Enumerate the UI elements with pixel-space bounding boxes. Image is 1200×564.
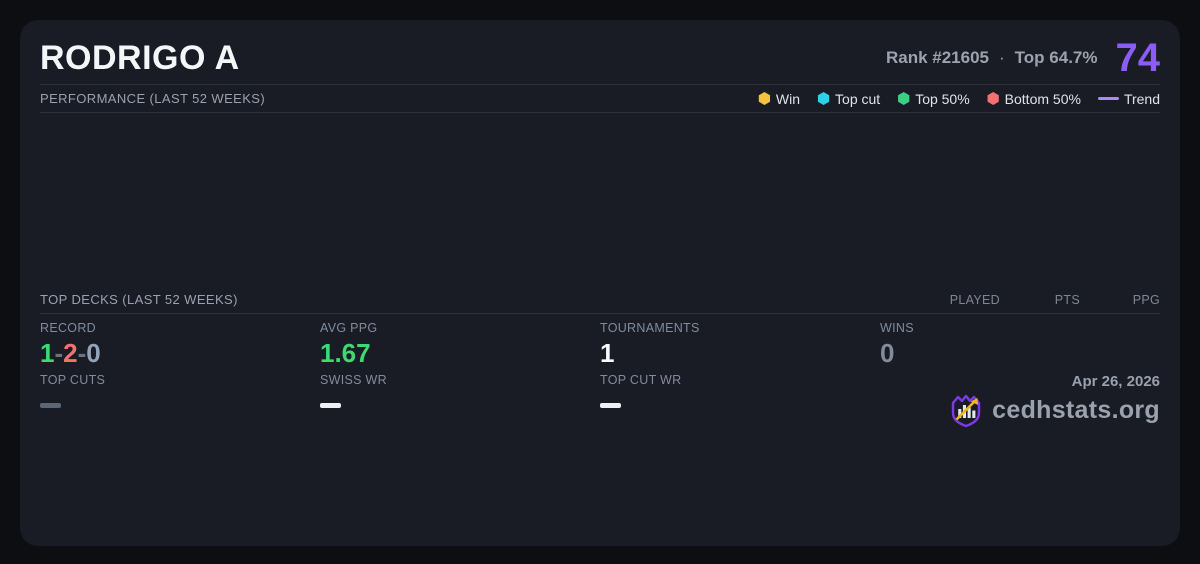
legend-label: Top cut <box>835 90 881 107</box>
player-score: 74 <box>1115 36 1161 80</box>
swiss-wr-empty-dash <box>320 403 341 408</box>
bottom-50-marker-icon <box>987 92 999 105</box>
record-sep: - <box>77 338 87 368</box>
stat-label: TOP CUT WR <box>600 373 682 387</box>
stat-label: TOURNAMENTS <box>600 321 700 335</box>
top-decks-columns: PLAYED PTS PPG <box>920 293 1160 307</box>
stats-row-2: TOP CUTS SWISS WR TOP CUT WR Apr 26, 202… <box>40 369 1160 546</box>
stat-swiss-wr: SWISS WR <box>320 373 600 546</box>
brand-name: cedhstats.org <box>992 395 1160 424</box>
top-cut-wr-empty-dash <box>600 403 621 408</box>
stat-record: RECORD 1-2-0 <box>40 321 320 369</box>
wins-value: 0 <box>880 338 895 368</box>
legend-item-bottom-50: Bottom 50% <box>987 91 1081 107</box>
win-marker-icon <box>758 92 771 105</box>
footer: Apr 26, 2026 cedhstats.org <box>880 373 1160 546</box>
rank-text: Rank #21605 <box>885 48 989 67</box>
card-header: RODRIGO A Rank #21605 · Top 64.7% 74 <box>40 20 1160 85</box>
stat-label: SWISS WR <box>320 373 387 387</box>
stat-avg-ppg: AVG PPG 1.67 <box>320 321 600 369</box>
column-header-pts: PTS <box>1054 292 1080 307</box>
legend-label: Bottom 50% <box>1004 90 1081 107</box>
stat-top-cut-wr: TOP CUT WR <box>600 373 880 546</box>
stats-row-1: RECORD 1-2-0 AVG PPG 1.67 TOURNAMENTS 1 … <box>40 314 1160 369</box>
legend-item-top-50: Top 50% <box>897 90 970 107</box>
tournaments-value: 1 <box>600 338 615 368</box>
brand-link[interactable]: cedhstats.org <box>948 392 1160 428</box>
player-name: RODRIGO A <box>40 38 240 77</box>
legend-item-win: Win <box>758 91 800 107</box>
performance-header-row: PERFORMANCE (LAST 52 WEEKS) Win Top cut … <box>40 85 1160 113</box>
stat-top-cuts: TOP CUTS <box>40 373 320 546</box>
avg-ppg-value: 1.67 <box>320 338 371 368</box>
record-wins: 1 <box>40 338 55 368</box>
legend-label: Win <box>775 90 801 107</box>
legend-item-trend: Trend <box>1097 90 1160 107</box>
stat-wins: WINS 0 <box>880 321 1160 369</box>
column-header-ppg: PPG <box>1132 292 1160 307</box>
top-cuts-empty-dash <box>40 403 61 408</box>
legend-label: Top 50% <box>915 90 970 107</box>
legend-item-top-cut: Top cut <box>817 91 880 107</box>
stat-tournaments: TOURNAMENTS 1 <box>600 321 880 369</box>
top-decks-section-label: TOP DECKS (LAST 52 WEEKS) <box>40 292 238 307</box>
top-cut-marker-icon <box>817 92 830 105</box>
record-draws: 0 <box>86 338 101 368</box>
record-losses: 2 <box>63 338 78 368</box>
rank-area: Rank #21605 · Top 64.7% 74 <box>886 38 1160 78</box>
rank-separator: · <box>999 48 1005 67</box>
stat-label: AVG PPG <box>320 321 378 335</box>
legend-label: Trend <box>1123 90 1160 107</box>
stat-label: TOP CUTS <box>40 373 106 387</box>
stat-label: RECORD <box>40 321 96 335</box>
trend-line-icon <box>1097 97 1119 100</box>
cedhstats-logo-icon <box>951 394 981 428</box>
record-sep: - <box>54 338 64 368</box>
top-percent-text: Top 64.7% <box>1014 48 1098 67</box>
top-50-marker-icon <box>898 92 910 105</box>
performance-chart <box>40 113 1160 286</box>
footer-date: Apr 26, 2026 <box>1071 373 1160 390</box>
stat-label: WINS <box>880 321 914 335</box>
record-value: 1-2-0 <box>40 339 320 368</box>
player-stats-card: RODRIGO A Rank #21605 · Top 64.7% 74 PER… <box>20 20 1180 546</box>
performance-section-label: PERFORMANCE (LAST 52 WEEKS) <box>40 91 266 106</box>
column-header-played: PLAYED <box>949 292 1000 307</box>
top-decks-header-row: TOP DECKS (LAST 52 WEEKS) PLAYED PTS PPG <box>40 286 1160 314</box>
chart-legend: Win Top cut Top 50% Bottom 50% Trend <box>758 91 1160 107</box>
